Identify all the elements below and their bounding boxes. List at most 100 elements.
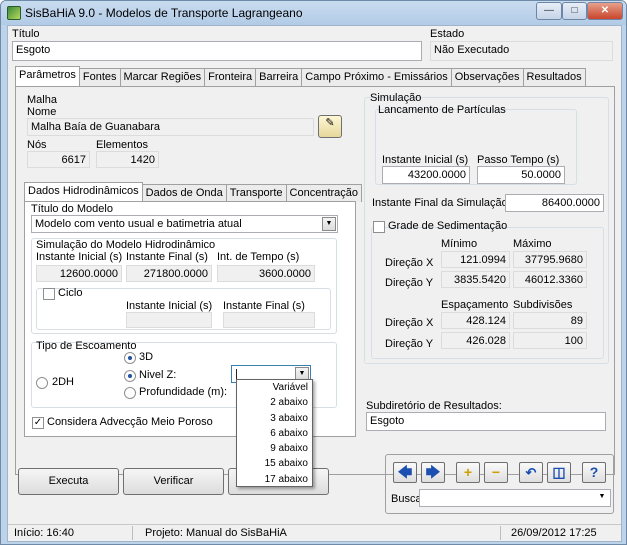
esp-y-value: 426.028: [441, 332, 510, 349]
dropdown-option[interactable]: 17 abaixo: [237, 472, 312, 487]
esp-x-value: 428.124: [441, 312, 510, 329]
sim-inst-final-input[interactable]: 86400.0000: [505, 194, 604, 212]
esp-dirx-label: Direção X: [385, 317, 434, 329]
titulo-modelo-label: Título do Modelo: [31, 203, 113, 215]
tab-fontes[interactable]: Fontes: [78, 68, 121, 86]
malha-nome-label: Nome: [27, 106, 57, 118]
radio-profundidade[interactable]: [124, 387, 136, 399]
exit-door-icon[interactable]: ◫: [547, 462, 571, 483]
dropdown-option[interactable]: Variável: [237, 380, 312, 395]
nos-value: 6617: [27, 151, 90, 168]
dropdown-option[interactable]: 3 abaixo: [237, 411, 312, 426]
radio-nivel-z[interactable]: [124, 370, 136, 382]
client-area: Título Esgoto Estado Não Executado Parâm…: [7, 25, 622, 542]
remove-icon[interactable]: −: [484, 462, 508, 483]
sim-inst-final-label: Instante Final da Simulação (s):: [372, 197, 527, 209]
radio-2dh-label: 2DH: [52, 376, 75, 388]
parametros-pane: Malha Nome Malha Baía de Guanabara ✎ Nós…: [15, 86, 615, 475]
ciclo-label: Ciclo: [58, 287, 83, 299]
chevron-down-icon[interactable]: ▼: [595, 491, 609, 505]
esp-diry-label: Direção Y: [385, 338, 434, 350]
status-projeto: Projeto: Manual do SisBaHiA: [145, 527, 287, 539]
arrow-right-icon[interactable]: 🡆: [421, 462, 445, 483]
subdir-input[interactable]: Esgoto: [366, 412, 606, 431]
dropdown-option[interactable]: 9 abaixo: [237, 441, 312, 456]
arrow-left-icon[interactable]: 🡄: [393, 462, 417, 483]
close-icon[interactable]: ✕: [587, 2, 623, 20]
titulo-input[interactable]: Esgoto: [12, 41, 422, 61]
advec-checkbox[interactable]: ✓: [32, 417, 44, 429]
passo-input[interactable]: 50.0000: [477, 166, 565, 184]
tab-concentracao[interactable]: Concentração: [285, 184, 363, 202]
radio-2dh[interactable]: [36, 377, 48, 389]
window-title: SisBaHiA 9.0 - Modelos de Transporte Lag…: [25, 6, 303, 20]
tab-dados-de-onda[interactable]: Dados de Onda: [141, 184, 227, 202]
executa-button[interactable]: Executa: [18, 468, 119, 495]
ciclo-checkbox[interactable]: [43, 288, 55, 300]
lancamento-label: Lancamento de Partículas: [378, 104, 506, 116]
ciclo-inst-inicial-input: [126, 312, 212, 328]
tab-transporte[interactable]: Transporte: [225, 184, 287, 202]
estado-label: Estado: [430, 28, 465, 40]
titulo-modelo-select[interactable]: Modelo com vento usual e batimetria atua…: [31, 215, 338, 233]
sub-y-value: 100: [513, 332, 587, 349]
ciclo-inst-inicial-label: Instante Inicial (s): [126, 300, 213, 312]
maximo-label: Máximo: [513, 238, 552, 250]
radio-3d[interactable]: [124, 352, 136, 364]
max-x-value: 37795.9680: [513, 251, 587, 268]
passo-label: Passo Tempo (s): [477, 154, 560, 166]
maximize-icon[interactable]: □: [562, 2, 587, 20]
grade-diry-label: Direção Y: [385, 277, 434, 289]
tab-fronteira[interactable]: Fronteira: [204, 68, 257, 86]
sim-hidro-label: Simulação do Modelo Hidrodinâmico: [36, 239, 216, 251]
subdivisoes-label: Subdivisões: [513, 299, 573, 311]
dropdown-option[interactable]: 15 abaixo: [237, 456, 312, 471]
status-divider: [132, 526, 133, 540]
radio-profundidade-label: Profundidade (m):: [139, 386, 228, 398]
help-icon[interactable]: ?: [582, 462, 606, 483]
elementos-value: 1420: [96, 151, 159, 168]
nivel-z-dropdown-list: Variável 2 abaixo 3 abaixo 6 abaixo 9 ab…: [236, 379, 313, 487]
edit-pencil-icon[interactable]: ✎: [318, 115, 342, 138]
radio-3d-label: 3D: [139, 351, 154, 363]
hidro-inst-final-label: Instante Final (s): [126, 251, 208, 263]
nos-label: Nós: [27, 139, 47, 151]
sub-x-value: 89: [513, 312, 587, 329]
advec-label: Considera Advecção Meio Poroso: [47, 416, 213, 428]
int-tempo-label: Int. de Tempo (s): [217, 251, 300, 263]
main-window: SisBaHiA 9.0 - Modelos de Transporte Lag…: [0, 0, 627, 545]
chevron-down-icon[interactable]: ▼: [322, 217, 336, 231]
grade-dirx-label: Direção X: [385, 257, 434, 269]
elementos-label: Elementos: [96, 139, 148, 151]
max-y-value: 46012.3360: [513, 271, 587, 288]
undo-icon[interactable]: ↶: [519, 462, 543, 483]
dropdown-option[interactable]: 2 abaixo: [237, 395, 312, 410]
min-x-value: 121.0994: [441, 251, 510, 268]
hidro-inst-final-value: 271800.0000: [126, 265, 212, 282]
titulo-modelo-value: Modelo com vento usual e batimetria atua…: [35, 218, 242, 230]
tab-parametros[interactable]: Parâmetros: [15, 66, 80, 86]
tab-dados-hidrodinamicos[interactable]: Dados Hidrodinâmicos: [24, 182, 143, 202]
nav-panel: 🡄 🡆 + − ↶ ◫ ? Busca: ▼: [385, 454, 614, 514]
sim-inst-inicial-input[interactable]: 43200.0000: [382, 166, 470, 184]
app-icon: [7, 6, 21, 20]
malha-label: Malha: [27, 94, 57, 106]
tab-observacoes[interactable]: Observações: [450, 68, 524, 86]
tab-marcar-regioes[interactable]: Marcar Regiões: [119, 68, 206, 86]
min-y-value: 3835.5420: [441, 271, 510, 288]
titulo-label: Título: [12, 28, 40, 40]
add-icon[interactable]: +: [456, 462, 480, 483]
minimize-icon[interactable]: —: [536, 2, 562, 20]
tab-resultados[interactable]: Resultados: [522, 68, 586, 86]
main-tabs: Parâmetros Fontes Marcar Regiões Frontei…: [15, 66, 586, 86]
escoamento-label: Tipo de Escoamento: [36, 340, 137, 352]
radio-nivel-z-label: Nivel Z:: [139, 369, 177, 381]
ciclo-inst-final-input: [223, 312, 315, 328]
verificar-button[interactable]: Verificar: [123, 468, 224, 495]
busca-select[interactable]: ▼: [419, 489, 611, 507]
grade-checkbox[interactable]: [373, 221, 385, 233]
title-bar: SisBaHiA 9.0 - Modelos de Transporte Lag…: [1, 1, 626, 25]
tab-barreira[interactable]: Barreira: [255, 68, 303, 86]
tab-campo-proximo[interactable]: Campo Próximo - Emissários: [301, 68, 452, 86]
dropdown-option[interactable]: 6 abaixo: [237, 426, 312, 441]
